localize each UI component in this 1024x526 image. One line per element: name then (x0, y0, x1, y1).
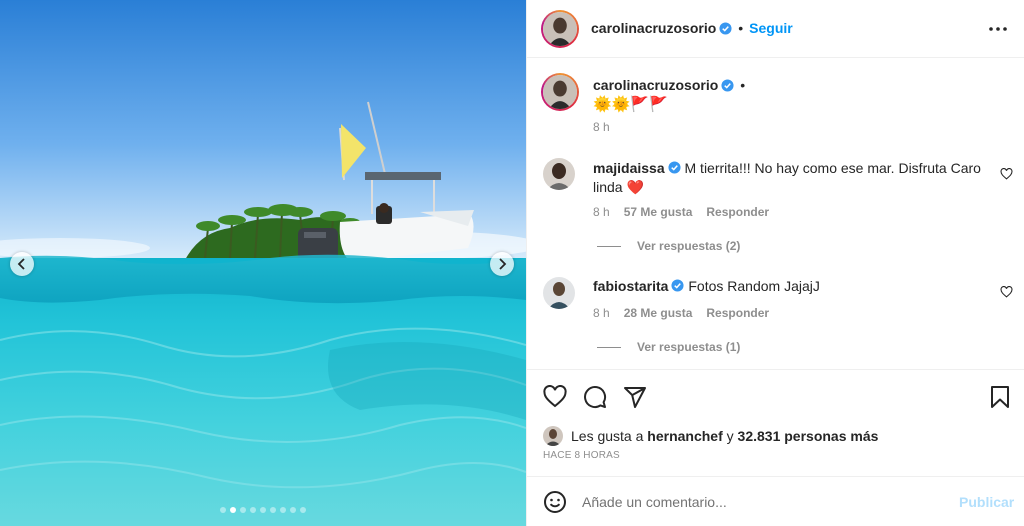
caption-text: 🌞🌞🚩🚩 (593, 96, 668, 113)
comments-section: carolinacruzosorio • 🌞🌞🚩🚩 8 h majidaissa… (527, 59, 1024, 369)
likes-others[interactable]: 32.831 personas más (738, 428, 879, 444)
carousel-dot (290, 507, 296, 513)
carousel-dot (280, 507, 286, 513)
more-dots-icon[interactable] (987, 20, 1009, 38)
comment-input[interactable] (582, 491, 942, 513)
comment-avatar[interactable] (543, 158, 575, 190)
comment-body: fabiostarita Fotos Random JajajJ (593, 277, 985, 296)
comment-meta: 8 h 57 Me gusta Responder (593, 205, 769, 219)
post-time-ago[interactable]: HACE 8 HORAS (543, 450, 620, 461)
add-comment-bar: Publicar (527, 476, 1024, 526)
carousel-indicator (0, 507, 526, 513)
next-slide-button[interactable] (490, 252, 514, 276)
carousel-dot (230, 507, 236, 513)
smiley-icon[interactable] (543, 490, 567, 514)
comment-username[interactable]: majidaissa (593, 160, 665, 176)
comment-time[interactable]: 8 h (593, 306, 610, 320)
replies-divider (597, 346, 621, 348)
publish-button[interactable]: Publicar (959, 494, 1014, 510)
view-replies-button[interactable]: Ver respuestas (2) (597, 239, 740, 253)
view-replies-label: Ver respuestas (2) (637, 239, 741, 253)
carousel-dot (240, 507, 246, 513)
verified-badge-icon (719, 21, 732, 35)
view-replies-label: Ver respuestas (1) (637, 340, 741, 354)
comment-time[interactable]: 8 h (593, 205, 610, 219)
comment-username[interactable]: fabiostarita (593, 278, 668, 294)
chevron-right-icon (499, 258, 507, 270)
caption-header: carolinacruzosorio • (593, 77, 751, 93)
post-header: carolinacruzosorio • Seguir (527, 0, 1024, 58)
carousel-dot (250, 507, 256, 513)
comment-like-heart-icon[interactable] (1000, 286, 1013, 298)
carousel-dot (270, 507, 276, 513)
verified-badge-icon (721, 78, 734, 92)
comment-bubble-icon[interactable] (583, 385, 607, 409)
caption-meta: 8 h (593, 120, 610, 134)
post-side-panel: carolinacruzosorio • Seguir carolinacruz… (526, 0, 1024, 526)
heart-icon[interactable] (543, 385, 567, 409)
verified-badge-icon (668, 161, 681, 174)
reply-button[interactable]: Responder (706, 205, 769, 219)
author-username[interactable]: carolinacruzosorio (591, 20, 716, 36)
likes-conj: y (726, 428, 734, 444)
liker-avatar (543, 426, 563, 446)
comment-likes[interactable]: 57 Me gusta (624, 205, 693, 219)
caption-separator: • (740, 77, 746, 93)
view-replies-button[interactable]: Ver respuestas (1) (597, 340, 740, 354)
header-separator: • (738, 20, 744, 36)
carousel-dot (300, 507, 306, 513)
comment-like-heart-icon[interactable] (1000, 168, 1013, 180)
likes-user[interactable]: hernanchef (647, 428, 722, 444)
reply-button[interactable]: Responder (706, 306, 769, 320)
previous-slide-button[interactable] (10, 252, 34, 276)
paper-plane-icon[interactable] (623, 385, 647, 409)
caption-time[interactable]: 8 h (593, 120, 610, 134)
comment-body: majidaissa M tierrita!!! No hay como ese… (593, 159, 985, 197)
post-photo (0, 0, 526, 526)
post-media[interactable] (0, 0, 526, 526)
comment-likes[interactable]: 28 Me gusta (624, 306, 693, 320)
likes-prefix: Les gusta a (571, 428, 644, 444)
verified-badge-icon (671, 279, 685, 292)
replies-divider (597, 245, 621, 247)
comment-avatar[interactable] (543, 277, 575, 309)
chevron-left-icon (17, 258, 25, 270)
caption-username[interactable]: carolinacruzosorio (593, 77, 718, 93)
likes-summary[interactable]: Les gusta a hernanchef y 32.831 personas… (543, 426, 878, 446)
caption-avatar[interactable] (541, 73, 579, 111)
comment-text: Fotos Random JajajJ (688, 278, 820, 294)
author-avatar[interactable] (541, 10, 579, 48)
carousel-dot (260, 507, 266, 513)
follow-button[interactable]: Seguir (749, 20, 793, 36)
post-actions (527, 369, 1024, 429)
carousel-dot (220, 507, 226, 513)
bookmark-icon[interactable] (988, 385, 1012, 409)
comment-meta: 8 h 28 Me gusta Responder (593, 306, 769, 320)
